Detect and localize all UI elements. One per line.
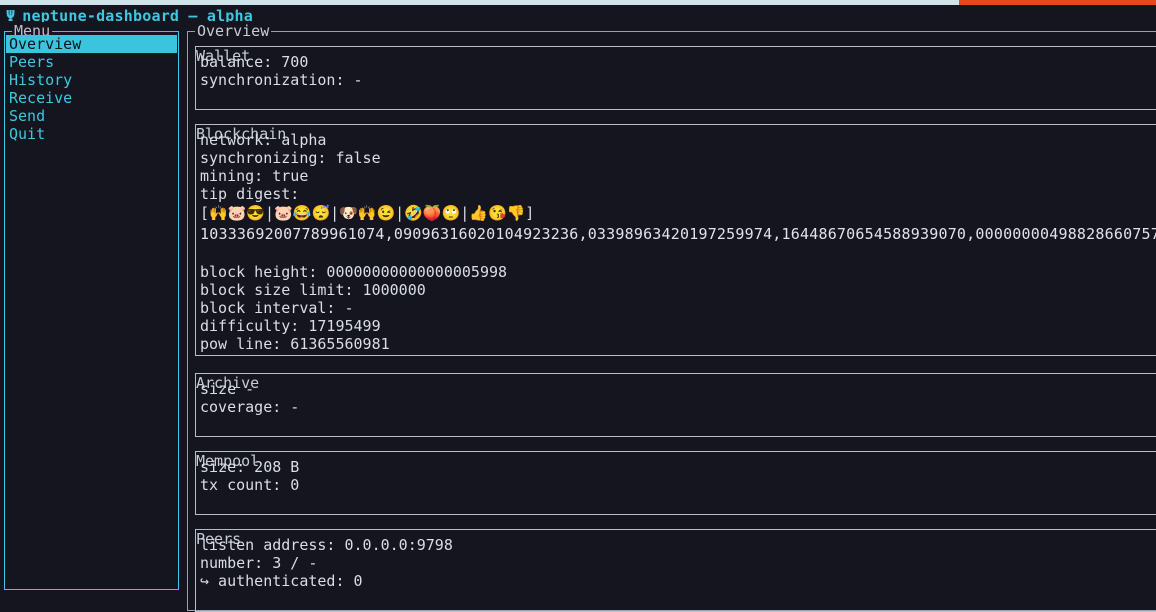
block-height: block height: 00000000000000005998 (200, 263, 508, 281)
sidebar-item-quit[interactable]: Quit (6, 125, 177, 143)
block-interval: block interval: - (200, 299, 354, 317)
tip-digest-emoji: [🙌🐷😎|🐷😂😴|🐶🙌😉|🤣🍑🙄|👍😘👎] (200, 204, 535, 222)
mempool-size: size: 208 B (200, 458, 300, 476)
wallet-synchronization: synchronization: - (200, 71, 363, 89)
mempool-section: Mempool size: 208 B tx count: 0 (195, 451, 1156, 515)
peers-number: number: 3 / - (200, 554, 318, 572)
archive-size: size - (200, 380, 255, 398)
workspace: Menu Overview Peers History Receive Send… (0, 22, 1156, 612)
archive-coverage: coverage: - (200, 398, 300, 416)
blockchain-mining: mining: true (200, 167, 309, 185)
blockchain-section: Blockchain network: alpha synchronizing:… (195, 124, 1156, 356)
sidebar-item-overview[interactable]: Overview (6, 35, 177, 53)
wallet-balance: balance: 700 (200, 53, 309, 71)
window-titlebar: Ψ neptune-dashboard — alpha (0, 5, 1156, 27)
blockchain-spacer (196, 245, 1156, 263)
sidebar-item-receive[interactable]: Receive (6, 89, 177, 107)
blockchain-network: network: alpha (200, 131, 327, 149)
menu-panel: Menu Overview Peers History Receive Send… (4, 22, 179, 590)
block-size-limit: block size limit: 1000000 (200, 281, 426, 299)
pow-line: pow line: 61365560981 (200, 335, 390, 353)
sidebar-item-history[interactable]: History (6, 71, 177, 89)
difficulty: difficulty: 17195499 (200, 317, 381, 335)
tip-digest-numbers: 10333692007789961074,0909631602010492323… (200, 225, 1156, 243)
blockchain-synchronizing: synchronizing: false (200, 149, 381, 167)
sidebar-item-peers[interactable]: Peers (6, 53, 177, 71)
peers-section: Peers listen address: 0.0.0.0:9798 numbe… (195, 529, 1156, 612)
tip-digest-label: tip digest: (200, 185, 300, 203)
overview-panel-title: Overview (195, 22, 272, 40)
mempool-tx-count: tx count: 0 (200, 476, 300, 494)
sidebar-item-send[interactable]: Send (6, 107, 177, 125)
overview-panel: Overview Wallet balance: 700 synchroniza… (187, 22, 1156, 612)
wallet-section: Wallet balance: 700 synchronization: - (195, 46, 1156, 110)
archive-section: Archive size - coverage: - (195, 373, 1156, 437)
menu-list: Overview Peers History Receive Send Quit (6, 35, 177, 143)
peers-listen-address: listen address: 0.0.0.0:9798 (200, 536, 453, 554)
peers-authenticated: ↪ authenticated: 0 (200, 572, 363, 590)
